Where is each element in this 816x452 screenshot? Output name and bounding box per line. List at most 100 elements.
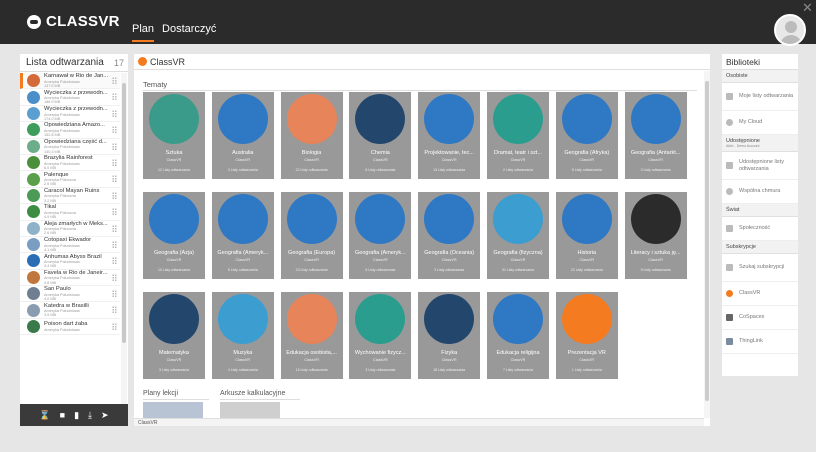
drag-handle-icon[interactable]: [112, 257, 117, 265]
library-section-label: Subskrypcje: [726, 244, 756, 250]
library-item[interactable]: ClassVR: [722, 282, 798, 306]
playlist-scroll-thumb[interactable]: [122, 83, 126, 343]
drag-handle-icon[interactable]: [112, 175, 117, 183]
drag-handle-icon[interactable]: [112, 208, 117, 216]
topic-tile[interactable]: Wychowanie fizycz... ClassVR 3 Listy odtwa…: [349, 292, 412, 379]
topic-count: 2 Listy odtwarzania: [503, 168, 533, 172]
brand-name: CLASSVR: [46, 13, 120, 30]
trash-icon[interactable]: ▮: [74, 410, 79, 421]
topic-tile[interactable]: Geografia (Europa) ClassVR 23 Listy odtwar…: [280, 192, 343, 279]
topic-name: Biologia: [301, 150, 322, 156]
playlist-item[interactable]: Aleja zmarłych w Meks... Ameryka Północna…: [20, 221, 120, 237]
playlist-item[interactable]: Katedra w Brasilli Ameryka Południowa 3.5 …: [20, 302, 120, 319]
library-item[interactable]: Moje listy odtwarzania: [722, 83, 798, 111]
playlist-item[interactable]: San Paulo Ameryka Południowa 4.0 MB: [20, 286, 120, 303]
topic-image: [355, 94, 406, 144]
drag-handle-icon[interactable]: [112, 240, 117, 248]
save-icon[interactable]: ■: [60, 410, 65, 420]
topic-count: 5 Listy odtwarzania: [227, 268, 258, 272]
playlist-scrollbar[interactable]: [121, 73, 127, 404]
library-item[interactable]: Szukaj subskrypcji: [722, 254, 798, 282]
playlist-item-thumbnail: [27, 238, 40, 252]
classvr-logo[interactable]: CLASSVR: [27, 13, 120, 30]
topic-tile[interactable]: Geografia (Azja) ClassVR 10 Listy odtwarza…: [143, 192, 205, 279]
drag-handle-icon[interactable]: [112, 126, 117, 134]
topic-image: [561, 94, 612, 144]
playlist-item[interactable]: Caracol Mayan Ruins Ameryka Północna 3.2 M…: [20, 188, 120, 205]
library-item[interactable]: Udostępnione listy odtwarzania: [722, 152, 798, 180]
playlist-item[interactable]: Palenque Ameryka Północna 2.6 MB: [20, 171, 120, 188]
topic-tile[interactable]: Edukacja religijna ClassVR 7 Listy odtwarz…: [487, 292, 549, 379]
topic-tile[interactable]: Muzyka ClassVR 4 Listy odtwarzania: [211, 292, 274, 379]
playlist-item[interactable]: Wycieczka z przewodn... Ameryka Południow…: [20, 89, 120, 106]
playlist-item-thumbnail: [27, 303, 40, 317]
topic-tile[interactable]: Geografia (Antarkt... ClassVR 2 Listy odtw…: [624, 92, 687, 179]
nav-deliver[interactable]: Dostarczyć: [162, 23, 216, 42]
topic-count: 18 Listy odtwarzania: [433, 368, 466, 372]
topic-tile[interactable]: Projektowanie, tec... ClassVR 13 Listy odt…: [418, 92, 481, 179]
hourglass-icon[interactable]: ⌛: [39, 410, 50, 421]
topic-tile[interactable]: Biologia ClassVR 22 Listy odtwarzania: [280, 92, 343, 179]
playlist-item[interactable]: Poison dart żaba Ameryka Południowa: [20, 319, 120, 336]
drag-handle-icon[interactable]: [112, 93, 117, 101]
main-scroll-thumb[interactable]: [705, 81, 709, 401]
main-header: ClassVR: [134, 54, 710, 70]
main-scrollbar[interactable]: [704, 71, 710, 418]
playlist-item[interactable]: Favela w Rio de Janeir... Ameryka Południ…: [20, 270, 120, 287]
topic-tile[interactable]: Geografia (Ameryk... ClassVR 5 Listy odtwa…: [349, 192, 412, 279]
drag-handle-icon[interactable]: [112, 322, 117, 330]
playlist-item[interactable]: Brazylia Rainforest Ameryka Południowa 6.0…: [20, 155, 120, 172]
topic-tile[interactable]: Chemia ClassVR 5 Listy odtwarzania: [349, 92, 412, 179]
drag-handle-icon[interactable]: [112, 290, 117, 298]
topic-tile[interactable]: Geografia (Afryka) ClassVR 5 Listy odtwarz…: [555, 92, 618, 179]
playlist-item[interactable]: Opowiedziana część d... Ameryka Południow…: [20, 139, 120, 155]
topic-name: Geografia (Antarkt...: [630, 150, 681, 156]
topic-tile[interactable]: Geografia (fizyczna) ClassVR 31 Listy odtw…: [487, 192, 549, 279]
library-item[interactable]: Społeczność: [722, 217, 798, 241]
topic-tile[interactable]: Geografia (Oceania) ClassVR 3 Listy odtwar…: [418, 192, 481, 279]
drag-handle-icon[interactable]: [112, 191, 117, 199]
playlist-item[interactable]: Cotopaxi Ekwador Ameryka Południowa 4.1 MB: [20, 237, 120, 254]
section-worksheets: Arkusze kalkulacyjne: [220, 390, 286, 397]
send-icon[interactable]: ➤: [101, 410, 109, 421]
close-icon[interactable]: ✕: [802, 0, 816, 15]
playlist-icon: [726, 93, 733, 100]
library-item-label: ClassVR: [739, 290, 761, 297]
topic-name: Geografia (Oceania): [424, 250, 475, 256]
library-item-label: Wspólna chmura: [739, 188, 781, 195]
topic-tile[interactable]: Literacy i sztuka ję... ClassVR 9 Listy od…: [624, 192, 687, 279]
playlist-item[interactable]: Karnawał w Rio de Jan... Ameryka Południo…: [20, 73, 120, 90]
drag-handle-icon[interactable]: [112, 158, 117, 166]
library-item[interactable]: ThingLink: [722, 330, 798, 354]
library-item[interactable]: CoSpaces: [722, 306, 798, 330]
topic-tile[interactable]: Edukacja osobista,... ClassVR 15 Listy odt…: [280, 292, 343, 379]
drag-handle-icon[interactable]: [112, 224, 117, 232]
playlist-item[interactable]: Tikal Ameryka Północna 4.9 MB: [20, 204, 120, 221]
topic-tile[interactable]: Matematyka ClassVR 3 Listy odtwarzania: [143, 292, 205, 379]
topic-count: 5 Listy odtwarzania: [571, 168, 602, 172]
user-avatar[interactable]: [774, 14, 806, 46]
drag-handle-icon[interactable]: [112, 142, 117, 150]
topic-name: Dramat, teatr i szt...: [494, 150, 542, 156]
playlist-item[interactable]: Opowiedziana Amazo... Ameryka Południowa 1…: [20, 122, 120, 139]
topic-tile[interactable]: Fizyka ClassVR 18 Listy odtwarzania: [418, 292, 481, 379]
drag-handle-icon[interactable]: [112, 273, 117, 281]
topic-image: [149, 294, 199, 344]
download-icon[interactable]: ⤓: [88, 410, 92, 421]
drag-handle-icon[interactable]: [112, 109, 117, 117]
topic-tile[interactable]: Geografia (Ameryk... ClassVR 5 Listy odtwa…: [211, 192, 274, 279]
playlist-item-size: 137.5 MB: [44, 83, 61, 88]
library-item[interactable]: Wspólna chmura: [722, 180, 798, 204]
nav-plan[interactable]: Plan: [132, 23, 155, 42]
topic-tile[interactable]: Australia ClassVR 3 Listy odtwarzania: [211, 92, 274, 179]
topic-tile[interactable]: Sztuka ClassVR 12 Listy odtwarzania: [143, 92, 205, 179]
playlist-item[interactable]: Wycieczka z przewodn... Ameryka Południow…: [20, 106, 120, 123]
topic-tile[interactable]: Historia ClassVR 23 Listy odtwarzania: [555, 192, 618, 279]
topic-tile[interactable]: Prezentacja VR ClassVR 1 Listy odtwarzania: [555, 292, 618, 379]
drag-handle-icon[interactable]: [112, 306, 117, 314]
library-item[interactable]: My Cloud: [722, 111, 798, 135]
topic-tile[interactable]: Dramat, teatr i szt... ClassVR 2 Listy odt…: [487, 92, 549, 179]
playlist-item[interactable]: Anhumas Abyss Brazil Ameryka Południowa 3.…: [20, 253, 120, 270]
classvr-icon: [726, 290, 733, 297]
drag-handle-icon[interactable]: [112, 77, 117, 84]
